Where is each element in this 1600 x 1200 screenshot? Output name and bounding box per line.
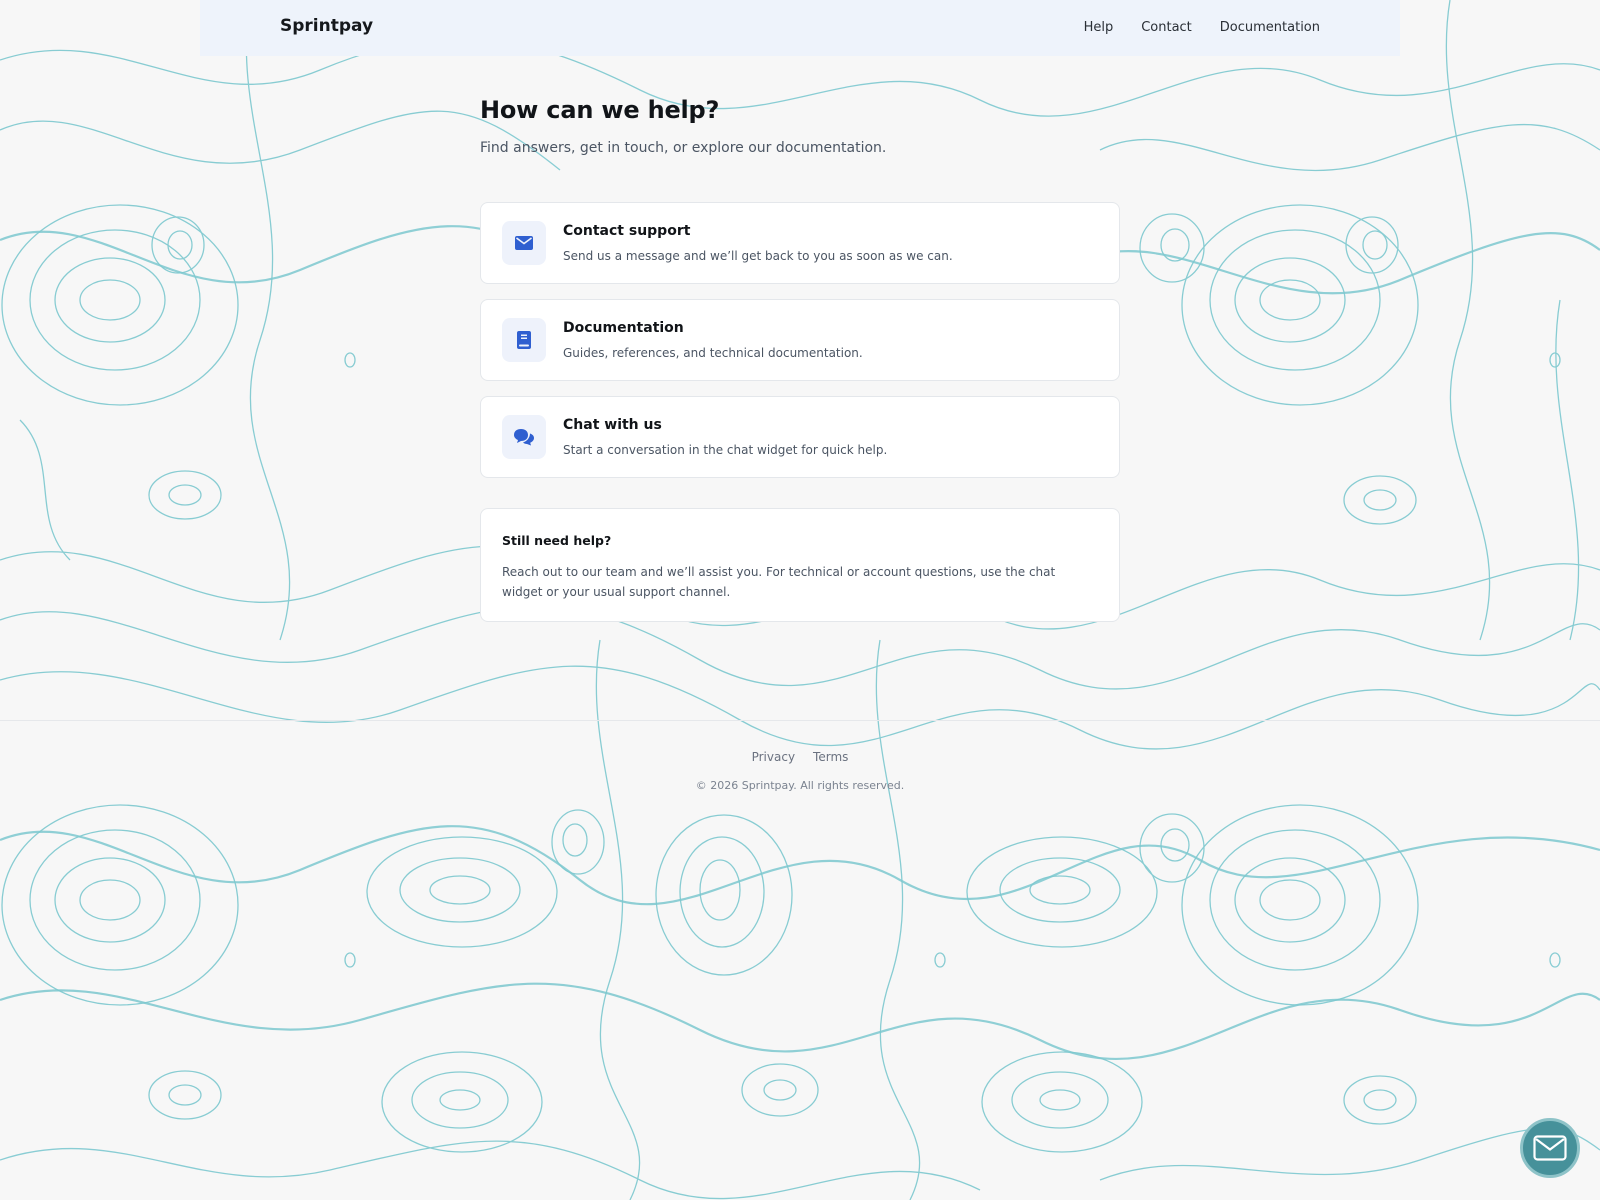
card-documentation[interactable]: Documentation Guides, references, and te… (480, 299, 1120, 381)
card-contact-support[interactable]: Contact support Send us a message and we… (480, 202, 1120, 284)
brand-logo[interactable]: Sprintpay (280, 16, 373, 36)
footer-link-terms[interactable]: Terms (813, 750, 848, 764)
footer-divider (0, 720, 1600, 721)
page-title: How can we help? (480, 96, 720, 124)
nav-link-documentation[interactable]: Documentation (1220, 20, 1320, 35)
mail-icon (1533, 1135, 1567, 1161)
footer-copyright: © 2026 Sprintpay. All rights reserved. (695, 779, 905, 792)
card-description: Guides, references, and technical docume… (563, 346, 863, 360)
card-description: Start a conversation in the chat widget … (563, 443, 888, 457)
still-need-help-box: Still need help? Reach out to our team a… (480, 508, 1120, 622)
top-navbar: Sprintpay Help Contact Documentation (200, 0, 1400, 56)
chat-bubbles-icon (502, 415, 546, 459)
help-box-body: Reach out to our team and we’ll assist y… (502, 565, 1056, 599)
footer-link-privacy[interactable]: Privacy (752, 750, 795, 764)
envelope-icon (502, 221, 546, 265)
card-title: Chat with us (563, 417, 662, 433)
nav-link-help[interactable]: Help (1084, 20, 1114, 35)
nav-link-contact[interactable]: Contact (1141, 20, 1192, 35)
card-chat-with-us[interactable]: Chat with us Start a conversation in the… (480, 396, 1120, 478)
card-description: Send us a message and we’ll get back to … (563, 249, 953, 263)
page-subtitle: Find answers, get in touch, or explore o… (480, 140, 887, 156)
main-content: How can we help? Find answers, get in to… (480, 96, 1120, 622)
footer-links: Privacy Terms (0, 750, 1600, 764)
help-box-title: Still need help? (502, 533, 612, 548)
nav-links: Help Contact Documentation (1084, 20, 1320, 35)
chat-widget-button[interactable] (1520, 1118, 1580, 1178)
card-title: Documentation (563, 320, 684, 336)
book-icon (502, 318, 546, 362)
card-title: Contact support (563, 223, 691, 239)
